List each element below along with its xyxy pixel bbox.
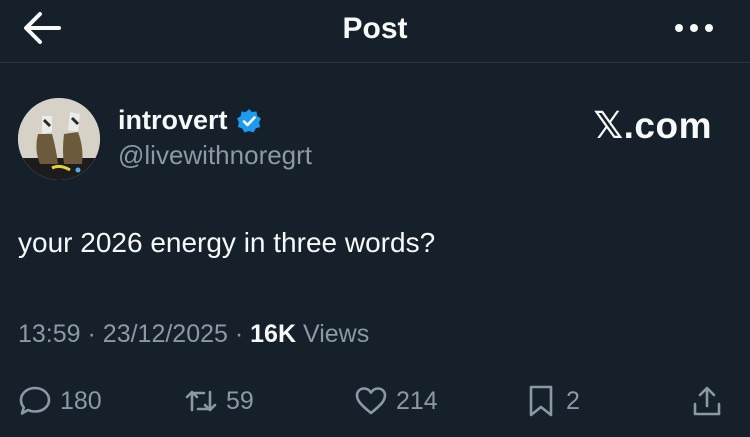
bookmark-icon: [529, 385, 553, 417]
post-text: your 2026 energy in three words?: [18, 227, 436, 258]
repost-button[interactable]: 59: [184, 384, 254, 418]
header-divider: [0, 62, 750, 63]
action-bar: 180 59 214 2: [0, 384, 750, 424]
views-count: 16K: [250, 320, 297, 348]
author-name-row: introvert: [118, 105, 262, 136]
like-count: 214: [396, 386, 438, 415]
post-time[interactable]: 13:59: [18, 320, 81, 348]
avatar-image: [18, 98, 100, 180]
share-icon: [693, 386, 721, 416]
reply-button[interactable]: 180: [18, 384, 102, 418]
heart-icon: [355, 387, 387, 415]
page-title: Post: [342, 12, 408, 45]
views-label: Views: [302, 320, 370, 348]
verified-badge-icon: [236, 108, 261, 132]
reply-count: 180: [60, 386, 102, 415]
bookmark-count: 2: [566, 386, 580, 415]
brand-watermark: 𝕏.com: [593, 105, 712, 146]
reply-icon: [19, 386, 51, 415]
top-bar: Post: [0, 0, 750, 60]
like-button[interactable]: 214: [354, 384, 438, 418]
author-name[interactable]: introvert: [118, 105, 228, 136]
bookmark-button[interactable]: 2: [524, 384, 580, 418]
repost-count: 59: [226, 386, 254, 415]
repost-icon: [185, 390, 217, 412]
post-date[interactable]: 23/12/2025: [103, 320, 228, 348]
meta-separator: ·: [87, 320, 96, 348]
author-handle[interactable]: @livewithnoregrt: [118, 140, 312, 171]
more-icon[interactable]: [672, 14, 716, 42]
meta-separator: ·: [234, 320, 244, 348]
share-button[interactable]: [690, 384, 724, 418]
avatar[interactable]: [18, 98, 100, 180]
post-meta: 13:59 · 23/12/2025 · 16K Views: [18, 320, 369, 349]
